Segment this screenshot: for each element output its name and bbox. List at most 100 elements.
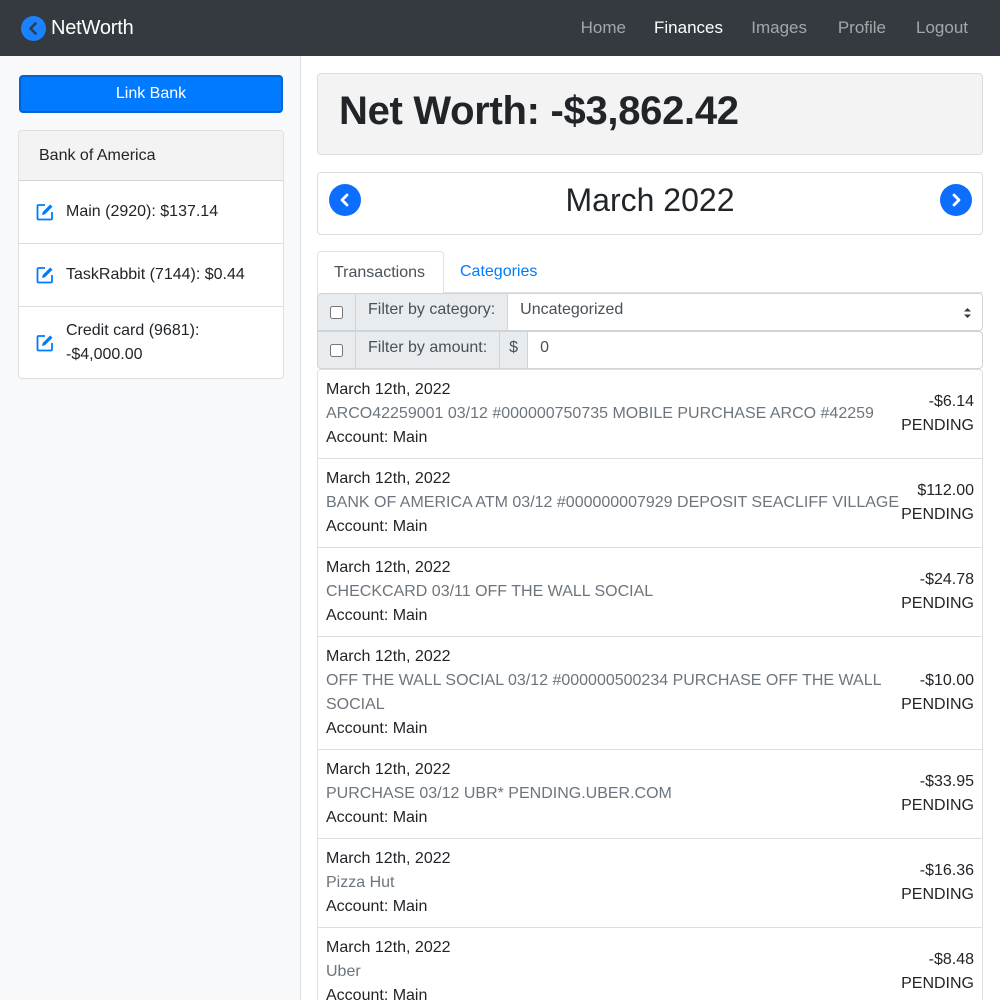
transaction-account: Account: Main [326,429,428,446]
transaction-amount-block: -$24.78 PENDING [901,568,974,616]
account-label-line: Credit card (9681): [66,322,200,339]
transaction-account: Account: Main [326,809,428,826]
account-item: Main (2920): $137.14 [19,181,283,244]
transaction-account: Account: Main [326,898,428,915]
month-selector: March 2022 [317,172,983,235]
transaction-amount: -$16.36 [919,862,974,879]
transaction-amount: -$33.95 [919,773,974,790]
nav-item-logout[interactable]: Logout [916,18,968,38]
view-tabs: Transactions Categories [317,251,983,294]
net-worth-title: Net Worth: -$3,862.42 [339,89,739,133]
transaction-date: March 12th, 2022 [326,850,451,867]
edit-icon[interactable] [36,334,54,352]
account-label: TaskRabbit (7144): $0.44 [66,266,245,283]
top-navbar: NetWorth Home Finances Images Profile Lo… [0,0,1000,56]
brand-link[interactable]: NetWorth [21,15,134,41]
transaction-details: March 12th, 2022 Pizza Hut Account: Main [326,847,896,919]
transaction-item[interactable]: March 12th, 2022 PURCHASE 03/12 UBR* PEN… [318,750,982,839]
transaction-status: PENDING [901,886,974,903]
edit-icon[interactable] [36,266,54,284]
category-filter: Filter by category: Uncategorized [317,293,983,331]
account-item: TaskRabbit (7144): $0.44 [19,244,283,307]
transaction-list: March 12th, 2022 ARCO42259001 03/12 #000… [317,369,983,1000]
transaction-amount-block: -$8.48 PENDING [901,948,974,996]
transaction-details: March 12th, 2022 CHECKCARD 03/11 OFF THE… [326,556,896,628]
transaction-description: Uber [326,963,361,980]
link-bank-button[interactable]: Link Bank [19,75,283,113]
transaction-amount-block: -$6.14 PENDING [901,390,974,438]
transaction-status: PENDING [901,417,974,434]
transaction-description: OFF THE WALL SOCIAL 03/12 #000000500234 … [326,672,882,689]
transaction-account: Account: Main [326,518,428,535]
account-balance: -$4,000.00 [66,346,143,363]
account-label: Main (2920): $137.14 [66,203,219,220]
transaction-item[interactable]: March 12th, 2022 BANK OF AMERICA ATM 03/… [318,459,982,548]
transaction-status: PENDING [901,797,974,814]
nav-item-profile[interactable]: Profile [838,18,886,38]
transaction-description: Pizza Hut [326,874,395,891]
amount-input[interactable]: 0 [528,331,983,369]
transaction-status: PENDING [901,506,974,523]
category-filter-toggle [317,293,356,331]
transaction-date: March 12th, 2022 [326,648,451,665]
amount-filter: Filter by amount: $ 0 [317,331,983,369]
transaction-description: ARCO42259001 03/12 #000000750735 MOBILE … [326,405,874,422]
select-arrows-icon [963,306,972,325]
transaction-account: Account: Main [326,607,428,624]
chevron-right-circle-icon[interactable] [940,184,972,216]
amount-filter-toggle [317,331,356,369]
amount-filter-label: Filter by amount: [356,331,501,369]
transaction-item[interactable]: March 12th, 2022 CHECKCARD 03/11 OFF THE… [318,548,982,637]
transaction-account: Account: Main [326,987,428,1000]
category-filter-label: Filter by category: [356,293,509,331]
transaction-status: PENDING [901,595,974,612]
transaction-account: Account: Main [326,720,428,737]
month-title: March 2022 [565,182,735,218]
transaction-date: March 12th, 2022 [326,761,451,778]
account-item: Credit card (9681): -$4,000.00 [19,307,283,378]
transaction-details: March 12th, 2022 OFF THE WALL SOCIAL 03/… [326,645,896,741]
transaction-item[interactable]: March 12th, 2022 OFF THE WALL SOCIAL 03/… [318,637,982,750]
tab-transactions[interactable]: Transactions [317,251,444,294]
transaction-item[interactable]: March 12th, 2022 Pizza Hut Account: Main… [318,839,982,928]
transaction-amount: -$10.00 [919,672,974,689]
transaction-details: March 12th, 2022 BANK OF AMERICA ATM 03/… [326,467,900,539]
nav-item-finances[interactable]: Finances [654,18,723,38]
chevron-left-circle-icon [21,15,46,41]
transaction-description: CHECKCARD 03/11 OFF THE WALL SOCIAL [326,583,654,600]
transaction-details: March 12th, 2022 ARCO42259001 03/12 #000… [326,378,896,450]
nav-item-images[interactable]: Images [751,18,807,38]
category-select-value: Uncategorized [520,301,624,318]
transaction-amount: -$24.78 [919,571,974,588]
transaction-date: March 12th, 2022 [326,381,451,398]
amount-filter-checkbox[interactable] [330,343,343,357]
tab-categories[interactable]: Categories [444,251,553,294]
currency-symbol: $ [500,331,529,369]
transaction-description: PURCHASE 03/12 UBR* PENDING.UBER.COM [326,785,672,802]
category-filter-checkbox[interactable] [330,305,343,319]
transaction-date: March 12th, 2022 [326,470,451,487]
transaction-item[interactable]: March 12th, 2022 ARCO42259001 03/12 #000… [318,370,982,459]
brand-name: NetWorth [51,16,134,39]
sidebar: Link Bank Bank of America Main (2920): $… [0,56,301,1000]
net-worth-panel: Net Worth: -$3,862.42 [317,73,983,155]
nav-item-home[interactable]: Home [581,18,626,38]
transaction-details: March 12th, 2022 PURCHASE 03/12 UBR* PEN… [326,758,896,830]
bank-card: Bank of America Main (2920): $137.14 Tas… [18,130,284,379]
transaction-amount-block: -$16.36 PENDING [901,859,974,907]
transaction-amount-block: -$10.00 PENDING [901,669,974,717]
transaction-status: PENDING [901,975,974,992]
edit-icon[interactable] [36,203,54,221]
transaction-description: BANK OF AMERICA ATM 03/12 #000000007929 … [326,494,900,511]
category-select[interactable]: Uncategorized [508,293,983,331]
transaction-amount: -$8.48 [928,951,974,968]
transaction-item[interactable]: March 12th, 2022 Uber Account: Main -$8.… [318,928,982,1000]
transaction-amount: $112.00 [917,482,974,499]
bank-name: Bank of America [19,131,283,181]
transaction-date: March 12th, 2022 [326,559,451,576]
transaction-description-cont: SOCIAL [326,696,385,713]
transaction-amount: -$6.14 [928,393,974,410]
transaction-amount-block: $112.00 PENDING [901,479,974,527]
transaction-amount-block: -$33.95 PENDING [901,770,974,818]
transaction-date: March 12th, 2022 [326,939,451,956]
